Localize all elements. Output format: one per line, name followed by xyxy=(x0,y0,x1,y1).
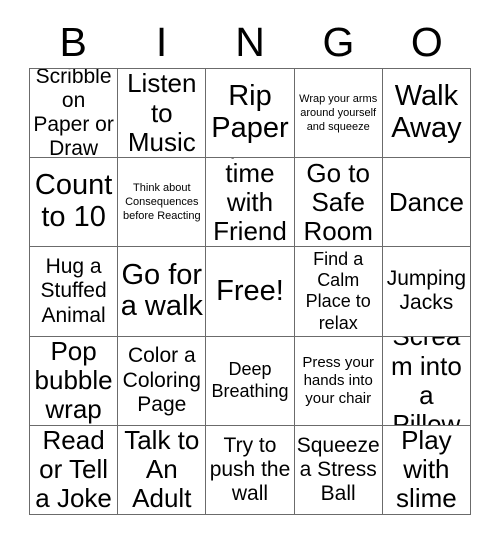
bingo-cell[interactable]: Read or Tell a Joke xyxy=(30,425,119,515)
bingo-cell-free[interactable]: Free! xyxy=(206,247,295,337)
bingo-cell[interactable]: Jumping Jacks xyxy=(382,247,471,337)
bingo-cell-label: Scream into a Pillow xyxy=(390,337,462,426)
bingo-cell-label: Try to push the wall xyxy=(209,433,291,505)
bingo-cell[interactable]: Talk to An Adult xyxy=(118,425,207,515)
bingo-cell[interactable]: Pop bubble wrap xyxy=(30,336,119,426)
bingo-header-letter-b: B xyxy=(59,19,87,65)
bingo-cell-label: Wrap your arms around yourself and squee… xyxy=(299,92,378,134)
bingo-cell-label: Pop bubble wrap xyxy=(34,336,113,425)
bingo-cell-label: Play with slime xyxy=(396,425,457,514)
bingo-cell-label: Rip Paper xyxy=(211,80,289,145)
bingo-card: B I N G O Scribble on Paper or Draw List… xyxy=(0,0,500,544)
bingo-cell-label: Color a Coloring Page xyxy=(122,344,201,416)
bingo-cell-label: Go for a walk xyxy=(120,258,203,323)
bingo-grid: Scribble on Paper or Draw Listen to Musi… xyxy=(29,68,471,515)
bingo-cell-label: Go to Safe Room xyxy=(303,158,373,246)
bingo-header-letter-o: O xyxy=(410,19,443,65)
bingo-cell[interactable]: Scream into a Pillow xyxy=(382,336,471,426)
bingo-cell-label: Deep Breathing xyxy=(211,359,289,401)
bingo-cell[interactable]: Think about Consequences before Reacting xyxy=(118,158,207,248)
bingo-cell-label: Find a Calm Place to relax xyxy=(305,249,371,333)
bingo-cell[interactable]: Deep Breathing xyxy=(206,336,295,426)
bingo-cell[interactable]: Walk Away xyxy=(382,69,471,159)
bingo-cell-label: Spend time with Friends xyxy=(213,158,287,246)
bingo-cell[interactable]: Rip Paper xyxy=(206,69,295,159)
bingo-cell[interactable]: Press your hands into your chair xyxy=(294,336,383,426)
bingo-cell-label: Jumping Jacks xyxy=(386,267,467,315)
bingo-cell[interactable]: Spend time with Friends xyxy=(206,158,295,248)
bingo-cell[interactable]: Go to Safe Room xyxy=(294,158,383,248)
bingo-cell-label: Squeeze a Stress Ball xyxy=(296,433,380,505)
bingo-header-letter-g: G xyxy=(322,19,355,65)
bingo-cell-label: Talk to An Adult xyxy=(124,425,200,514)
bingo-cell[interactable]: Scribble on Paper or Draw xyxy=(30,69,119,159)
bingo-cell-label: Scribble on Paper or Draw xyxy=(33,69,114,159)
bingo-header-letter-i: I xyxy=(155,19,168,65)
bingo-cell[interactable]: Squeeze a Stress Ball xyxy=(294,425,383,515)
bingo-cell[interactable]: Try to push the wall xyxy=(206,425,295,515)
bingo-cell[interactable]: Find a Calm Place to relax xyxy=(294,247,383,337)
bingo-cell-label: Press your hands into your chair xyxy=(302,353,375,407)
bingo-cell[interactable]: Count to 10 xyxy=(30,158,119,248)
bingo-header-letter-n: N xyxy=(235,19,265,65)
bingo-cell-label: Free! xyxy=(216,274,284,307)
bingo-cell-label: Think about Consequences before Reacting xyxy=(122,181,201,223)
bingo-cell-label: Hug a Stuffed Animal xyxy=(40,255,107,327)
bingo-cell[interactable]: Wrap your arms around yourself and squee… xyxy=(294,69,383,159)
bingo-cell-label: Read or Tell a Joke xyxy=(35,425,112,514)
bingo-cell[interactable]: Listen to Music xyxy=(118,69,207,159)
bingo-cell[interactable]: Go for a walk xyxy=(118,247,207,337)
bingo-header-row: B I N G O xyxy=(29,16,471,68)
bingo-cell-label: Walk Away xyxy=(391,80,462,145)
bingo-cell-label: Dance xyxy=(388,186,464,217)
bingo-cell-label: Listen to Music xyxy=(127,69,197,157)
bingo-cell[interactable]: Color a Coloring Page xyxy=(118,336,207,426)
bingo-cell-label: Count to 10 xyxy=(34,169,113,234)
bingo-cell[interactable]: Dance xyxy=(382,158,471,248)
bingo-cell[interactable]: Hug a Stuffed Animal xyxy=(30,247,119,337)
bingo-cell[interactable]: Play with slime xyxy=(382,425,471,515)
